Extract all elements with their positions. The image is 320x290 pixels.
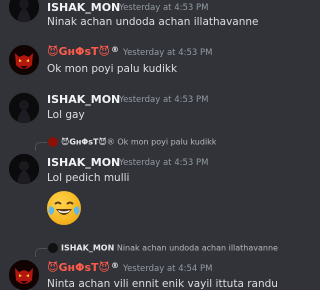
username[interactable]: ISHAK_MON [47, 1, 120, 14]
reply-connector [35, 248, 47, 257]
laughing-tears-icon [47, 191, 81, 225]
username[interactable]: 😈GнΦsT😈® [47, 45, 119, 58]
registered-badge: ® [110, 45, 119, 54]
avatar-ghost[interactable] [9, 260, 39, 290]
message-text: Ok mon poyi palu kudikk [47, 63, 178, 75]
message-text: Lol pedich mulli [47, 172, 130, 184]
reply-avatar [48, 243, 58, 253]
username[interactable]: 😈GнΦsT😈® [47, 261, 119, 274]
reply-avatar [48, 137, 58, 147]
message-1: ISHAK_MON Yesterday at 4:53 PM Ninak ach… [0, 0, 288, 40]
reply-username: 😈GнΦsT😈 [61, 137, 107, 147]
avatar-ishak[interactable] [9, 0, 39, 22]
message-4: 😈GнΦsT😈® Ok mon poyi palu kudikk ISHAK_M… [0, 137, 288, 233]
message-5: ISHAK_MON Ninak achan undoda achan illat… [0, 243, 288, 290]
username[interactable]: ISHAK_MON [47, 93, 120, 106]
reply-text: Ninak achan undoda achan illathavanne [116, 243, 278, 253]
avatar-ishak[interactable] [9, 154, 39, 184]
registered-badge: ® [110, 261, 119, 270]
timestamp: Yesterday at 4:53 PM [119, 158, 209, 168]
message-2: 😈GнΦsT😈® Yesterday at 4:53 PM Ok mon poy… [0, 45, 288, 83]
message-text: Ninta achan vili ennit enik vayil ittuta… [47, 278, 278, 290]
timestamp: Yesterday at 4:53 PM [119, 3, 209, 13]
message-text: Ninak achan undoda achan illathavanne [47, 16, 259, 28]
timestamp: Yesterday at 4:53 PM [119, 95, 209, 105]
reply-preview[interactable]: ISHAK_MON Ninak achan undoda achan illat… [35, 243, 278, 257]
reply-username: ISHAK_MON [61, 243, 115, 253]
username-text: 😈GнΦsT😈 [47, 45, 110, 58]
avatar-ishak[interactable] [9, 93, 39, 123]
reply-connector [35, 142, 47, 151]
avatar-ghost[interactable] [9, 45, 39, 75]
message-text: Lol gay [47, 109, 85, 121]
username[interactable]: ISHAK_MON [47, 156, 120, 169]
message-3: ISHAK_MON Yesterday at 4:53 PM Lol gay [0, 93, 288, 129]
reply-preview[interactable]: 😈GнΦsT😈® Ok mon poyi palu kudikk [35, 137, 217, 151]
reply-text: Ok mon poyi palu kudikk [117, 137, 217, 147]
timestamp: Yesterday at 4:53 PM [123, 48, 213, 58]
timestamp: Yesterday at 4:54 PM [123, 264, 213, 274]
username-text: 😈GнΦsT😈 [47, 261, 110, 274]
reply-badge: ® [106, 137, 115, 147]
